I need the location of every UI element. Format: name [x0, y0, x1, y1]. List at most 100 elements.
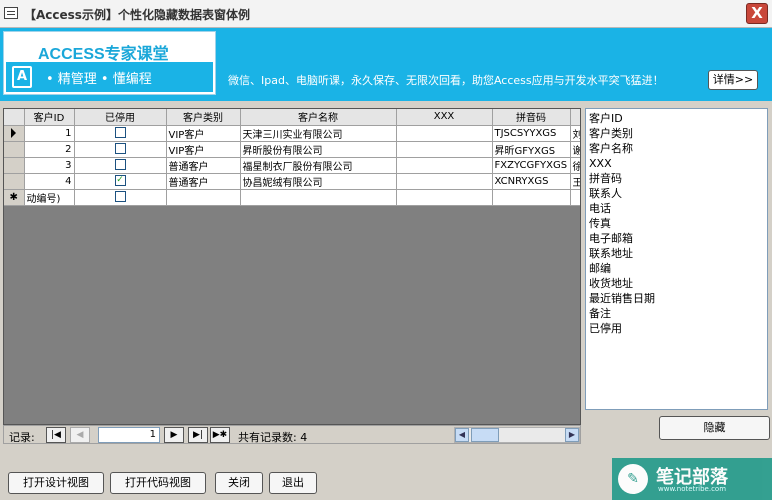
field-list-item[interactable]: 拼音码 — [589, 171, 764, 186]
first-record-button[interactable]: |◀ — [46, 427, 66, 443]
cell-extra[interactable]: 刘 — [570, 125, 580, 142]
datasheet-subform[interactable]: 客户ID 已停用 客户类别 客户名称 XXX 拼音码 1 VIP客户 天津三川实… — [3, 108, 581, 425]
cell-pinyin[interactable]: TJSCSYYXGS — [492, 125, 571, 142]
cell-disabled[interactable] — [74, 157, 167, 174]
open-code-view-button[interactable]: 打开代码视图 — [110, 472, 206, 494]
field-list-item[interactable]: 传真 — [589, 216, 764, 231]
logo-strip: A • 精管理 • 懂编程 — [6, 62, 213, 92]
horizontal-scrollbar[interactable]: ◀ ▶ — [454, 427, 580, 443]
promo-text: 微信、Ipad、电脑听课，永久保存、无限次回看，助您Access应用与开发水平突… — [228, 74, 664, 87]
new-record-row[interactable]: ✱ 动编号) — [4, 189, 580, 206]
new-record-icon[interactable]: ✱ — [4, 189, 25, 206]
cell-pinyin[interactable]: XCNRYXGS — [492, 173, 571, 190]
table-row[interactable]: 4 ✓ 普通客户 协昌妮绒有限公司 XCNRYXGS 王 — [4, 173, 580, 190]
field-list[interactable]: 客户ID 客户类别 客户名称 XXX 拼音码 联系人 电话 传真 电子邮箱 联系地址 邮编 收货地址最… — [585, 108, 768, 410]
column-header-disabled[interactable]: 已停用 — [74, 109, 167, 126]
field-list-item[interactable]: 最近销售日期 — [589, 291, 764, 306]
cell-customer-id[interactable]: 3 — [24, 157, 75, 174]
field-list-item[interactable]: 客户类别 — [589, 126, 764, 141]
field-list-item[interactable]: 邮编 — [589, 261, 764, 276]
cell-category[interactable]: VIP客户 — [166, 125, 241, 142]
cell-pinyin[interactable]: 昇昕GFYXGS — [492, 141, 571, 158]
current-record-arrow-icon — [11, 127, 17, 138]
details-button[interactable]: 详情>> — [708, 70, 758, 90]
cell-xxx[interactable] — [396, 125, 493, 142]
cell-category[interactable]: 普通客户 — [166, 157, 241, 174]
next-record-button[interactable]: ▶ — [164, 427, 184, 443]
field-list-item[interactable]: 备注 — [589, 306, 764, 321]
field-list-item[interactable]: 电话 — [589, 201, 764, 216]
field-list-item[interactable]: 已停用 — [589, 321, 764, 336]
row-selector[interactable] — [4, 173, 25, 190]
column-header-extra[interactable] — [570, 109, 580, 126]
cell-category[interactable] — [166, 189, 241, 206]
column-header-pinyin[interactable]: 拼音码 — [492, 109, 571, 126]
select-all-corner[interactable] — [4, 109, 25, 126]
cell-pinyin[interactable] — [492, 189, 571, 206]
disabled-checkbox[interactable] — [114, 191, 126, 203]
disabled-checkbox[interactable] — [114, 127, 126, 139]
cell-extra[interactable]: 王 — [570, 173, 580, 190]
field-list-item[interactable]: 联系地址 — [589, 246, 764, 261]
cell-customer-name[interactable]: 天津三川实业有限公司 — [240, 125, 397, 142]
open-design-view-button[interactable]: 打开设计视图 — [8, 472, 104, 494]
cell-customer-id[interactable]: 1 — [24, 125, 75, 142]
cell-category[interactable]: VIP客户 — [166, 141, 241, 158]
cell-xxx[interactable] — [396, 173, 493, 190]
row-selector[interactable] — [4, 125, 25, 142]
cell-customer-name[interactable]: 福星制衣厂股份有限公司 — [240, 157, 397, 174]
logo-box: ACCESS专家课堂 A • 精管理 • 懂编程 — [3, 31, 216, 95]
scroll-right-icon[interactable]: ▶ — [565, 428, 579, 442]
cell-disabled[interactable]: ✓ — [74, 173, 167, 190]
disabled-checkbox[interactable] — [114, 159, 126, 171]
field-list-item[interactable]: 联系人 — [589, 186, 764, 201]
column-header-customer-name[interactable]: 客户名称 — [240, 109, 397, 126]
disabled-checkbox-checked[interactable]: ✓ — [114, 175, 126, 187]
column-header-xxx[interactable]: XXX — [396, 109, 493, 126]
field-list-item[interactable]: 客户ID — [589, 111, 764, 126]
table-row[interactable]: 2 VIP客户 昇昕股份有限公司 昇昕GFYXGS 谢 — [4, 141, 580, 158]
cell-category[interactable]: 普通客户 — [166, 173, 241, 190]
pen-logo-icon: ✎ — [618, 464, 648, 494]
cell-customer-id[interactable]: 4 — [24, 173, 75, 190]
field-list-item[interactable]: 客户名称 — [589, 141, 764, 156]
ad-banner: ACCESS专家课堂 A • 精管理 • 懂编程 微信、Ipad、电脑听课，永久… — [0, 28, 772, 101]
cell-xxx[interactable] — [396, 141, 493, 158]
field-list-item[interactable]: XXX — [589, 156, 764, 171]
cell-pinyin[interactable]: FXZYCGFYXGS — [492, 157, 571, 174]
column-header-category[interactable]: 客户类别 — [166, 109, 241, 126]
field-list-item[interactable]: 收货地址 — [589, 276, 764, 291]
cell-xxx[interactable] — [396, 157, 493, 174]
table-row[interactable]: 3 普通客户 福星制衣厂股份有限公司 FXZYCGFYXGS 徐 — [4, 157, 580, 174]
scroll-thumb[interactable] — [471, 428, 499, 442]
window-close-button[interactable]: X — [746, 3, 768, 24]
previous-record-button[interactable]: ◀ — [70, 427, 90, 443]
cell-customer-name[interactable]: 协昌妮绒有限公司 — [240, 173, 397, 190]
cell-disabled[interactable] — [74, 141, 167, 158]
cell-extra[interactable] — [570, 189, 580, 206]
cell-disabled[interactable] — [74, 189, 167, 206]
close-button[interactable]: 关闭 — [215, 472, 263, 494]
new-record-button[interactable]: ▶✱ — [210, 427, 230, 443]
cell-customer-name[interactable] — [240, 189, 397, 206]
field-list-item[interactable]: 电子邮箱 — [589, 231, 764, 246]
hide-button[interactable]: 隐藏 — [659, 416, 770, 440]
table-row[interactable]: 1 VIP客户 天津三川实业有限公司 TJSCSYYXGS 刘 — [4, 125, 580, 142]
cell-disabled[interactable] — [74, 125, 167, 142]
access-logo-icon: A — [12, 66, 32, 88]
last-record-button[interactable]: ▶| — [188, 427, 208, 443]
cell-customer-id[interactable]: 2 — [24, 141, 75, 158]
cell-extra[interactable]: 徐 — [570, 157, 580, 174]
disabled-checkbox[interactable] — [114, 143, 126, 155]
row-selector[interactable] — [4, 157, 25, 174]
cell-customer-name[interactable]: 昇昕股份有限公司 — [240, 141, 397, 158]
column-header-customer-id[interactable]: 客户ID — [24, 109, 75, 126]
scroll-left-icon[interactable]: ◀ — [455, 428, 469, 442]
exit-button[interactable]: 退出 — [269, 472, 317, 494]
cell-xxx[interactable] — [396, 189, 493, 206]
current-record-input[interactable]: 1 — [98, 427, 160, 443]
form-window-icon — [4, 7, 18, 19]
cell-autonumber-placeholder[interactable]: 动编号) — [24, 189, 75, 206]
row-selector[interactable] — [4, 141, 25, 158]
cell-extra[interactable]: 谢 — [570, 141, 580, 158]
